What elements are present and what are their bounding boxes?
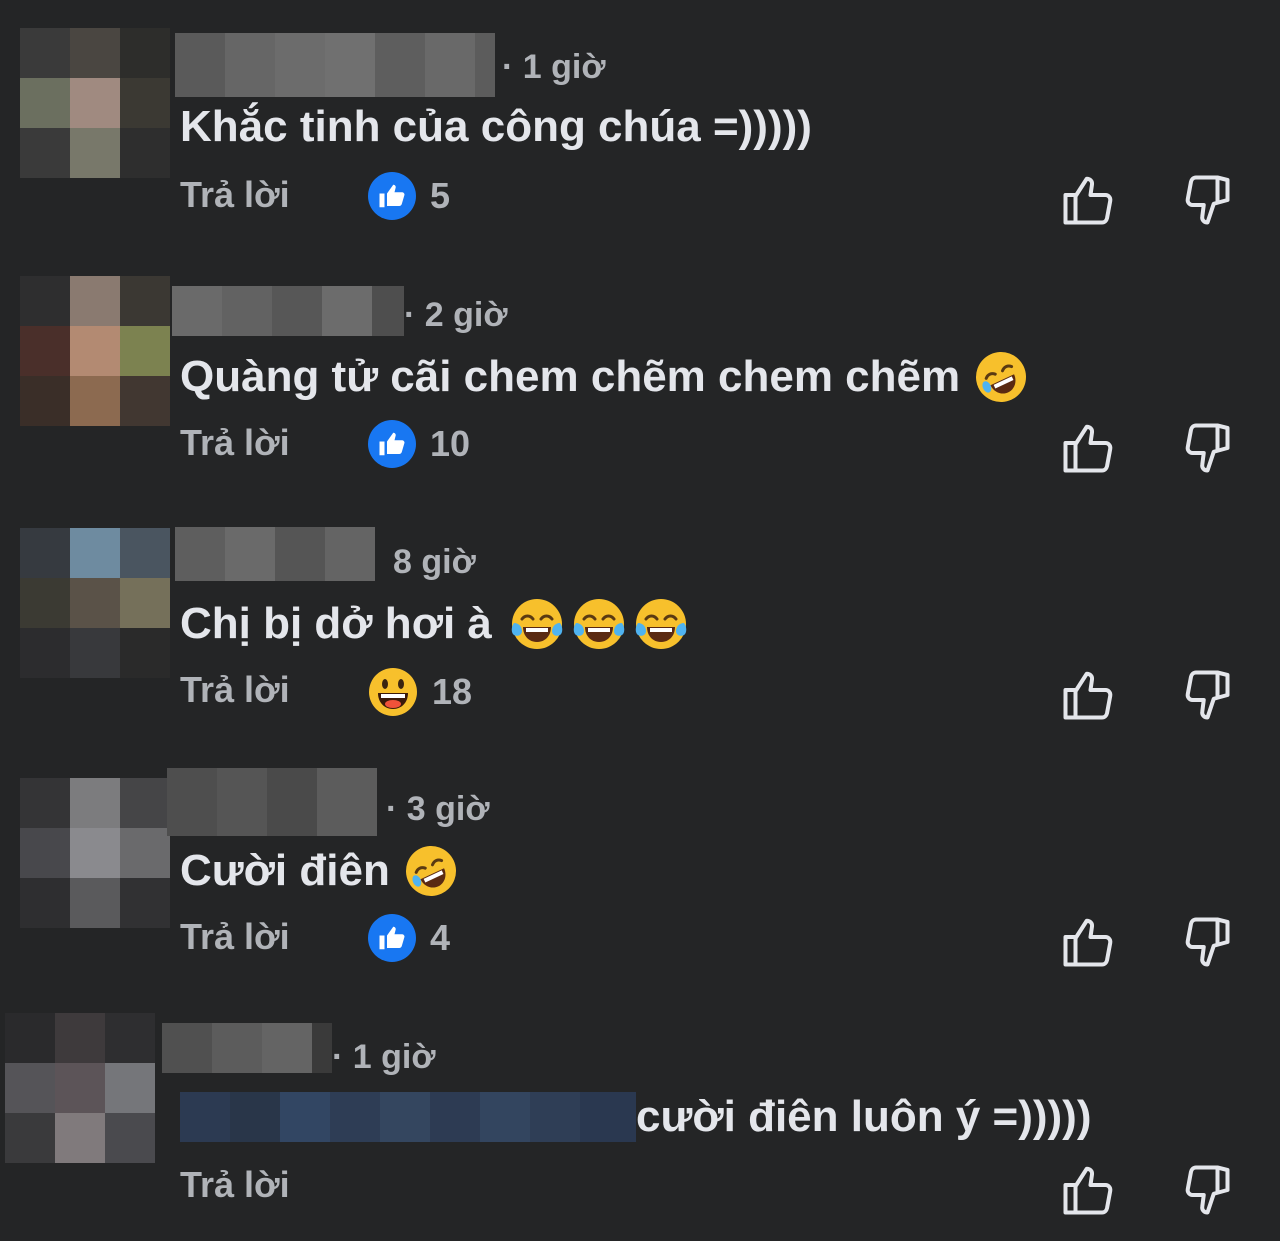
- reaction-summary[interactable]: 4: [368, 914, 450, 962]
- comment-time: 8 giờ: [393, 543, 476, 581]
- thumbs-up-outline-icon: [1063, 671, 1113, 720]
- thumbs-down-outline-icon: [1185, 917, 1230, 967]
- reply-button[interactable]: Trả lời: [180, 422, 290, 464]
- like-badge-icon: [368, 420, 416, 468]
- downvote-button[interactable]: [1180, 912, 1240, 972]
- reaction-summary[interactable]: 5: [368, 172, 450, 220]
- comment-text: Chị bị dở hơi à: [180, 597, 688, 651]
- avatar[interactable]: [20, 528, 170, 678]
- reply-button[interactable]: Trả lời: [180, 916, 290, 958]
- avatar[interactable]: [20, 778, 170, 928]
- upvote-button[interactable]: [1058, 1160, 1118, 1220]
- comment-text-body: Cười điên: [180, 846, 390, 895]
- reply-button[interactable]: Trả lời: [180, 174, 290, 216]
- thumbs-up-outline-icon: [1063, 176, 1113, 225]
- commenter-name-redacted[interactable]: [167, 768, 377, 836]
- downvote-button[interactable]: [1180, 170, 1240, 230]
- comment-text-body: Quàng tử cãi chem chẽm chem chẽm: [180, 352, 961, 401]
- thumbs-down-outline-icon: [1185, 175, 1230, 225]
- tears-of-joy-emoji-icon: [572, 597, 626, 651]
- downvote-button[interactable]: [1180, 1160, 1240, 1220]
- comment-text: Khắc tinh của công chúa =))))): [180, 102, 812, 152]
- comment-item: 8 giờ Chị bị dở hơi à Trả lời 18: [0, 495, 1280, 735]
- thumbs-up-outline-icon: [1063, 918, 1113, 967]
- upvote-button[interactable]: [1058, 912, 1118, 972]
- comment-time: · 1 giờ: [332, 1038, 436, 1076]
- upvote-button[interactable]: [1058, 665, 1118, 725]
- reaction-count: 10: [430, 423, 471, 464]
- reply-button[interactable]: Trả lời: [180, 669, 290, 711]
- tears-of-joy-emoji-icon: [634, 597, 688, 651]
- reaction-count: 4: [430, 917, 451, 958]
- commenter-name-redacted[interactable]: [172, 286, 404, 336]
- thumbs-down-outline-icon: [1185, 1165, 1230, 1215]
- tears-of-joy-emoji-icon: [510, 597, 564, 651]
- commenter-name-redacted[interactable]: [175, 33, 495, 97]
- comment-text: cười điên luôn ý =))))): [180, 1092, 1091, 1142]
- thumbs-down-outline-icon: [1185, 670, 1230, 720]
- reaction-summary[interactable]: 10: [368, 420, 470, 468]
- thumbs-up-outline-icon: [1063, 424, 1113, 473]
- comment-item: · 2 giờ Quàng tử cãi chem chẽm chem chẽm…: [0, 248, 1280, 488]
- reply-button[interactable]: Trả lời: [180, 1164, 290, 1206]
- commenter-name-redacted[interactable]: [162, 1023, 332, 1073]
- like-badge-icon: [368, 172, 416, 220]
- reaction-count: 5: [430, 175, 451, 216]
- comment-text-body: cười điên luôn ý =))))): [636, 1092, 1092, 1141]
- comment-time: · 1 giờ: [502, 48, 606, 86]
- like-badge-icon: [368, 914, 416, 962]
- comment-feed: · 1 giờ Khắc tinh của công chúa =))))) T…: [0, 0, 1280, 1241]
- thumbs-up-outline-icon: [1063, 1166, 1113, 1215]
- downvote-button[interactable]: [1180, 665, 1240, 725]
- rofl-emoji-icon: [404, 844, 458, 898]
- comment-text-body: Chị bị dở hơi à: [180, 599, 492, 648]
- thumbs-down-outline-icon: [1185, 423, 1230, 473]
- comment-item: · 1 giờ Khắc tinh của công chúa =))))) T…: [0, 0, 1280, 240]
- avatar[interactable]: [20, 276, 170, 426]
- commenter-name-redacted[interactable]: [175, 527, 375, 581]
- comment-text-body: Khắc tinh của công chúa =))))): [180, 102, 812, 151]
- comment-text: Quàng tử cãi chem chẽm chem chẽm: [180, 350, 1028, 404]
- comment-text: Cười điên: [180, 844, 458, 898]
- reaction-summary[interactable]: 18: [368, 667, 472, 717]
- haha-emoji-icon: [368, 667, 418, 717]
- mention-redacted[interactable]: [180, 1092, 636, 1142]
- rofl-emoji-icon: [974, 350, 1028, 404]
- reaction-count: 18: [432, 671, 473, 712]
- upvote-button[interactable]: [1058, 418, 1118, 478]
- avatar[interactable]: [5, 1013, 155, 1163]
- downvote-button[interactable]: [1180, 418, 1240, 478]
- avatar[interactable]: [20, 28, 170, 178]
- comment-item: · 3 giờ Cười điên Trả lời 4: [0, 742, 1280, 982]
- upvote-button[interactable]: [1058, 170, 1118, 230]
- comment-time: · 3 giờ: [386, 790, 490, 828]
- comment-item: · 1 giờ cười điên luôn ý =))))) Trả lời: [0, 990, 1280, 1230]
- comment-time: · 2 giờ: [404, 296, 508, 334]
